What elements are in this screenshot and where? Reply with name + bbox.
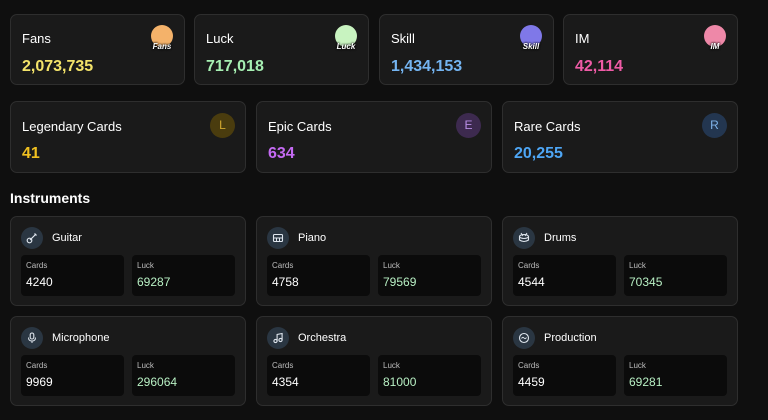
stat-label: IM (575, 31, 590, 46)
epic-badge-icon: E (456, 113, 481, 138)
music-note-icon (267, 327, 289, 349)
stat-label: Skill (391, 31, 415, 46)
instrument-name: Orchestra (298, 332, 347, 344)
stat-card-im: IM 42,114 IM (563, 14, 738, 85)
legendary-badge-icon: L (210, 113, 235, 138)
luck-stat: Luck 69287 (132, 255, 235, 296)
luck-stat: Luck 81000 (378, 355, 481, 396)
cards-value: 9969 (26, 375, 53, 389)
instrument-name: Microphone (52, 332, 110, 344)
luck-badge-icon: Luck (335, 25, 357, 51)
stat-value: 42,114 (575, 58, 624, 75)
stat-card-legendary: Legendary Cards 41 L (10, 101, 246, 173)
instrument-card-orchestra: Orchestra Cards 4354 Luck 81000 (256, 316, 492, 406)
cards-stat: Cards 4544 (513, 255, 616, 296)
stat-value: 634 (268, 145, 295, 162)
stat-card-fans: Fans 2,073,735 Fans (10, 14, 185, 85)
cards-value: 4240 (26, 275, 53, 289)
instrument-card-piano: Piano Cards 4758 Luck 79569 (256, 216, 492, 306)
luck-value: 69281 (629, 375, 663, 389)
cards-value: 4459 (518, 375, 545, 389)
stat-label: Epic Cards (268, 119, 332, 134)
instrument-card-microphone: Microphone Cards 9969 Luck 296064 (10, 316, 246, 406)
luck-value: 81000 (383, 375, 417, 389)
instrument-card-guitar: Guitar Cards 4240 Luck 69287 (10, 216, 246, 306)
instrument-name: Production (544, 332, 597, 344)
cards-stat: Cards 9969 (21, 355, 124, 396)
cards-stat: Cards 4354 (267, 355, 370, 396)
luck-value: 69287 (137, 275, 171, 289)
instrument-name: Piano (298, 232, 327, 244)
stat-value: 1,434,153 (391, 58, 463, 75)
stat-card-rare: Rare Cards 20,255 R (502, 101, 738, 173)
stat-value: 2,073,735 (22, 58, 94, 75)
cards-value: 4758 (272, 275, 299, 289)
instrument-card-drums: Drums Cards 4544 Luck 70345 (502, 216, 738, 306)
piano-icon (267, 227, 289, 249)
stat-label: Rare Cards (514, 119, 581, 134)
stat-label: Fans (22, 31, 51, 46)
production-icon (513, 327, 535, 349)
guitar-icon (21, 227, 43, 249)
im-badge-icon: IM (704, 25, 726, 51)
cards-stat: Cards 4758 (267, 255, 370, 296)
instrument-name: Drums (544, 232, 577, 244)
fans-badge-icon: Fans (151, 25, 173, 51)
stat-card-luck: Luck 717,018 Luck (194, 14, 369, 85)
luck-value: 70345 (629, 275, 663, 289)
stat-card-skill: Skill 1,434,153 Skill (379, 14, 554, 85)
section-title-instruments: Instruments (10, 190, 91, 206)
luck-stat: Luck 296064 (132, 355, 235, 396)
luck-value: 79569 (383, 275, 417, 289)
drums-icon (513, 227, 535, 249)
microphone-icon (21, 327, 43, 349)
cards-value: 4544 (518, 275, 545, 289)
luck-stat: Luck 70345 (624, 255, 727, 296)
stat-value: 717,018 (206, 58, 264, 75)
cards-value: 4354 (272, 375, 299, 389)
skill-badge-icon: Skill (520, 25, 542, 51)
cards-stat: Cards 4459 (513, 355, 616, 396)
stat-card-epic: Epic Cards 634 E (256, 101, 492, 173)
instrument-card-production: Production Cards 4459 Luck 69281 (502, 316, 738, 406)
rare-badge-icon: R (702, 113, 727, 138)
luck-stat: Luck 69281 (624, 355, 727, 396)
stat-label: Legendary Cards (22, 119, 122, 134)
stat-value: 20,255 (514, 145, 563, 162)
stat-value: 41 (22, 145, 40, 162)
luck-stat: Luck 79569 (378, 255, 481, 296)
stat-label: Luck (206, 31, 234, 46)
cards-stat: Cards 4240 (21, 255, 124, 296)
luck-value: 296064 (137, 375, 178, 389)
instrument-name: Guitar (52, 232, 82, 244)
